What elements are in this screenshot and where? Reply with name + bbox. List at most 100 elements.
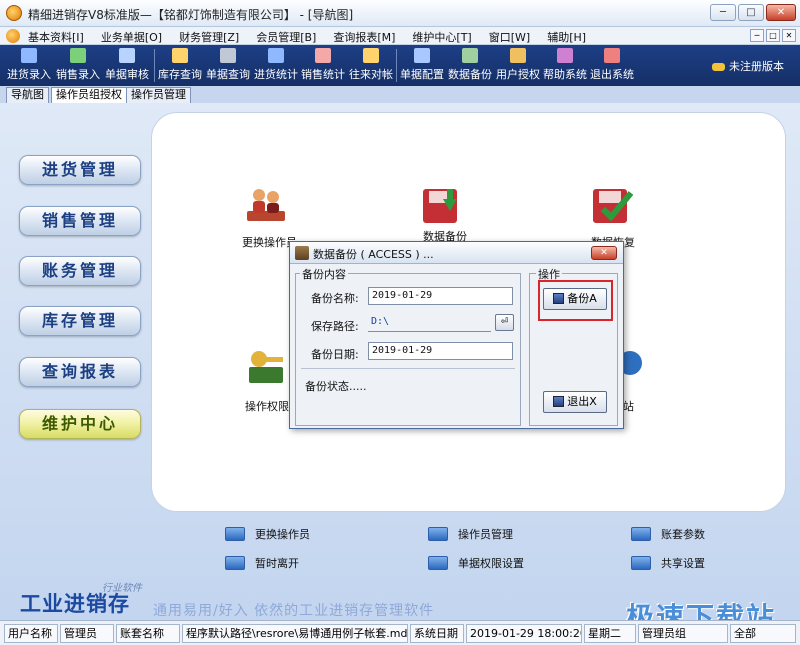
menu-help[interactable]: 辅助[H] — [547, 29, 586, 45]
link-document-permission[interactable]: 单据权限设置 — [428, 555, 524, 571]
purchase-entry-icon — [21, 48, 37, 63]
menu-member[interactable]: 会员管理[B] — [256, 29, 316, 45]
child-restore-button[interactable]: □ — [766, 29, 780, 42]
link-temporary-leave[interactable]: 暂时离开 — [225, 555, 299, 571]
sidebar-item-inventory[interactable]: 库存管理 — [19, 306, 141, 336]
tb-purchase-stats-button[interactable]: 进货统计 — [253, 47, 299, 84]
tb-document-query-button[interactable]: 单据查询 — [205, 47, 251, 84]
dialog-close-button[interactable]: ✕ — [591, 246, 617, 260]
sidebar-item-reports[interactable]: 查询报表 — [19, 357, 141, 387]
account-reconcile-icon — [363, 48, 379, 63]
dialog-title: 数据备份 ( ACCESS ) ... — [313, 248, 434, 261]
menu-bar: 基本资料[I] 业务单据[O] 财务管理[Z] 会员管理[B] 查询报表[M] … — [0, 27, 800, 45]
toolbar-separator — [396, 49, 397, 82]
tb-purchase-entry-button[interactable]: 进货录入 — [6, 47, 52, 84]
child-close-button[interactable]: ✕ — [782, 29, 796, 42]
menu-finance[interactable]: 财务管理[Z] — [179, 29, 239, 45]
window-icon — [225, 527, 245, 541]
toolbar-separator — [154, 49, 155, 82]
save-path-input[interactable]: D:\ — [368, 314, 491, 332]
permission-key-icon[interactable] — [243, 347, 287, 387]
link-share-settings[interactable]: 共享设置 — [631, 555, 705, 571]
backup-button[interactable]: 备份A — [543, 288, 607, 310]
window-icon — [225, 556, 245, 570]
document-icon[interactable] — [6, 29, 20, 43]
sales-stats-icon — [315, 48, 331, 63]
sidebar-item-accounting[interactable]: 账务管理 — [19, 256, 141, 286]
tb-document-config-button[interactable]: 单据配置 — [399, 47, 445, 84]
purchase-stats-icon — [268, 48, 284, 63]
tb-document-review-button[interactable]: 单据审核 — [104, 47, 150, 84]
tb-stock-query-button[interactable]: 库存查询 — [157, 47, 203, 84]
title-bar: 精细进销存V8标准版—【铭都灯饰制造有限公司】 - [导航图] ─ □ ✕ — [0, 0, 800, 27]
window-icon — [631, 527, 651, 541]
tb-help-button[interactable]: 帮助系统 — [542, 47, 588, 84]
app-logo-icon — [6, 5, 22, 21]
toolbar: 进货录入 销售录入 单据审核 库存查询 单据查询 进货统计 销售统计 往来对帐 … — [0, 45, 800, 86]
data-backup-icon — [462, 48, 478, 63]
brand-logo-text: 工业进销存 — [20, 591, 130, 616]
sidebar-item-maintenance[interactable]: 维护中心 — [19, 409, 141, 439]
tb-exit-button[interactable]: 退出系统 — [589, 47, 635, 84]
tab-operator-group-auth[interactable]: 操作员组授权 — [51, 87, 127, 103]
save-path-label: 保存路径: — [311, 320, 359, 333]
tab-navigation-map[interactable]: 导航图 — [6, 87, 49, 103]
change-operator-icon[interactable] — [245, 185, 289, 225]
sidebar-item-purchase[interactable]: 进货管理 — [19, 155, 141, 185]
divider — [301, 368, 515, 369]
backup-date-input[interactable]: 2019-01-29 — [368, 342, 513, 360]
exit-door-icon — [553, 396, 565, 407]
link-account-parameters[interactable]: 账套参数 — [631, 526, 705, 542]
site-label[interactable]: 站 — [623, 398, 634, 414]
tb-user-auth-button[interactable]: 用户授权 — [495, 47, 541, 84]
exit-button[interactable]: 退出X — [543, 391, 607, 413]
close-button[interactable]: ✕ — [766, 4, 796, 21]
menu-window[interactable]: 窗口[W] — [489, 29, 530, 45]
menu-business-documents[interactable]: 业务单据[O] — [101, 29, 162, 45]
brand-slogan: 通用易用/好入 依然的工业进销存管理软件 — [153, 603, 435, 619]
tb-sales-stats-button[interactable]: 销售统计 — [300, 47, 346, 84]
link-change-operator[interactable]: 更换操作员 — [225, 526, 310, 542]
tb-sales-entry-button[interactable]: 销售录入 — [55, 47, 101, 84]
minimize-button[interactable]: ─ — [710, 4, 736, 21]
menu-maintenance[interactable]: 维护中心[T] — [412, 29, 471, 45]
status-bar: 用户名称 管理员 账套名称 程序默认路径\resrore\易博通用例子帐套.md… — [0, 620, 800, 645]
status-set-value: 程序默认路径\resrore\易博通用例子帐套.mdb — [182, 624, 408, 643]
tab-strip: 导航图 操作员组授权 操作员管理 — [0, 86, 800, 103]
link-operator-management[interactable]: 操作员管理 — [428, 526, 513, 542]
user-auth-icon — [510, 48, 526, 63]
document-config-icon — [414, 48, 430, 63]
status-group: 管理员组 — [638, 624, 728, 643]
status-user-value: 管理员 — [60, 624, 114, 643]
status-date-label: 系统日期 — [410, 624, 464, 643]
tb-data-backup-button[interactable]: 数据备份 — [447, 47, 493, 84]
sidebar-item-sales[interactable]: 销售管理 — [19, 206, 141, 236]
tab-operator-management[interactable]: 操作员管理 — [126, 87, 191, 103]
window-title: 精细进销存V8标准版—【铭都灯饰制造有限公司】 - [导航图] — [28, 8, 354, 22]
browse-folder-button[interactable]: ⏎ — [495, 314, 514, 331]
maximize-button[interactable]: □ — [738, 4, 764, 21]
child-minimize-button[interactable]: ─ — [750, 29, 764, 42]
menu-reports[interactable]: 查询报表[M] — [333, 29, 395, 45]
backup-status-text: 备份状态..... — [305, 380, 367, 393]
registration-status[interactable]: 未注册版本 — [712, 58, 784, 74]
dialog-title-bar: 数据备份 ( ACCESS ) ... ✕ — [290, 242, 623, 264]
menu-basic-data[interactable]: 基本资料[I] — [28, 29, 84, 45]
permission-label[interactable]: 操作权限 — [245, 398, 289, 414]
backup-name-input[interactable]: 2019-01-29 — [368, 287, 513, 305]
status-weekday: 星期二 — [584, 624, 636, 643]
data-restore-icon[interactable] — [591, 185, 635, 225]
sales-entry-icon — [70, 48, 86, 63]
document-review-icon — [119, 48, 135, 63]
data-backup-icon[interactable] — [419, 185, 463, 225]
backup-content-group-label: 备份内容 — [300, 266, 348, 282]
backup-name-label: 备份名称: — [311, 292, 359, 305]
status-date-value: 2019-01-29 18:00:20 — [466, 624, 582, 643]
folder-icon: ⏎ — [500, 317, 509, 327]
key-icon — [712, 63, 725, 71]
status-scope: 全部 — [730, 624, 796, 643]
tb-account-reconcile-button[interactable]: 往来对帐 — [348, 47, 394, 84]
document-query-icon — [220, 48, 236, 63]
backup-date-label: 备份日期: — [311, 348, 359, 361]
exit-door-icon — [604, 48, 620, 63]
